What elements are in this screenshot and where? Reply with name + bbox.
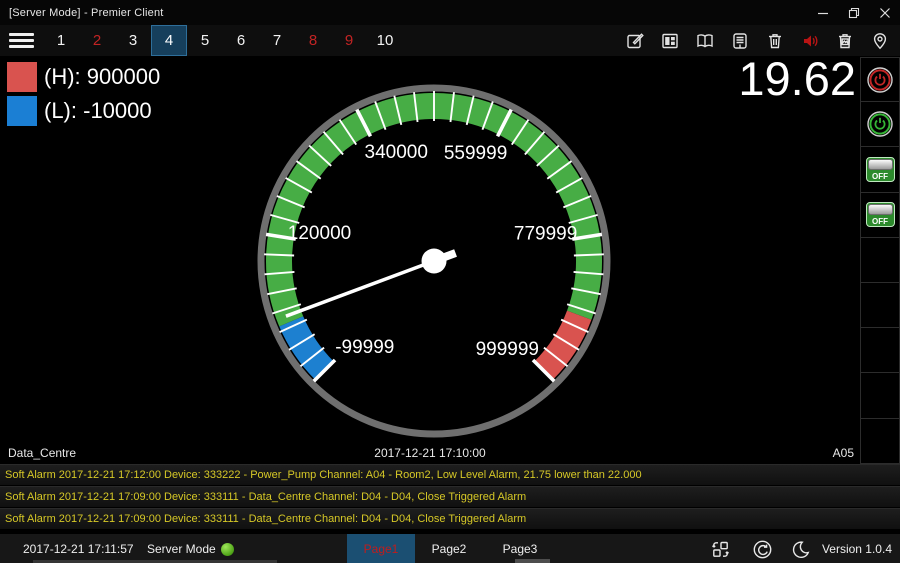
page2-button[interactable]: Page2: [415, 534, 483, 563]
location-pin-icon: [870, 31, 890, 51]
gauge: -99999 120000 340000 559999 779999 999999: [249, 76, 619, 446]
empty-cell: [860, 373, 900, 418]
empty-cell: [860, 283, 900, 328]
logbook-button[interactable]: [687, 25, 722, 57]
empty-cell: [860, 238, 900, 283]
restore-button[interactable]: [838, 0, 869, 25]
alarm-text: Soft Alarm 2017-12-21 17:09:00 Device: 3…: [0, 513, 526, 525]
menu-button[interactable]: [9, 33, 34, 48]
tab-7[interactable]: 7: [259, 25, 295, 56]
snapshot-bin-icon: [835, 31, 855, 51]
gauge-panel: (H): 900000 (L): -10000 19.62 -999991200…: [0, 57, 860, 464]
tab-3[interactable]: 3: [115, 25, 151, 56]
toggle-off-icon: OFF: [866, 202, 895, 227]
title-bar: [Server Mode] - Premier Client: [0, 0, 900, 25]
sync-button[interactable]: [752, 539, 773, 563]
gauge-scale-label: 779999: [514, 224, 577, 245]
close-icon: [879, 7, 891, 19]
current-value: 19.62: [738, 51, 856, 106]
alarm-text: Soft Alarm 2017-12-21 17:12:00 Device: 3…: [0, 469, 642, 481]
moon-icon: [790, 539, 811, 560]
minimize-button[interactable]: [807, 0, 838, 25]
window-title: [Server Mode] - Premier Client: [0, 7, 164, 19]
alarm-row[interactable]: Soft Alarm 2017-12-21 17:09:00 Device: 3…: [0, 486, 900, 508]
report-icon: [730, 31, 750, 51]
speaker-icon: [800, 31, 820, 51]
server-status-indicator: [221, 543, 234, 556]
low-limit-label: (L): -10000: [44, 98, 152, 124]
tab-10[interactable]: 10: [367, 25, 403, 56]
toggle-switch-1[interactable]: OFF: [860, 147, 900, 192]
tab-4[interactable]: 4: [151, 25, 187, 56]
empty-cell: [860, 328, 900, 373]
gauge-scale-label: 120000: [288, 223, 351, 244]
layout-panels-button[interactable]: [652, 25, 687, 57]
sync-icon: [752, 539, 773, 560]
high-limit-label: (H): 900000: [44, 64, 160, 90]
status-datetime: 2017-12-21 17:11:57: [23, 542, 134, 556]
trash-icon: [765, 31, 785, 51]
version-label: Version 1.0.4: [822, 542, 892, 556]
page1-button[interactable]: Page1: [347, 534, 415, 563]
alarm-text: Soft Alarm 2017-12-21 17:09:00 Device: 3…: [0, 491, 526, 503]
bottom-scrollbar-thumb-small[interactable]: [515, 559, 550, 563]
tab-5[interactable]: 5: [187, 25, 223, 56]
tab-1[interactable]: 1: [43, 25, 79, 56]
power-green-icon: [866, 110, 894, 138]
toggle-switch-2[interactable]: OFF: [860, 193, 900, 238]
gauge-needle-hub: [422, 249, 447, 274]
close-button[interactable]: [869, 0, 900, 25]
edit-icon: [625, 31, 645, 51]
toggle-off-icon: OFF: [866, 157, 895, 182]
high-limit-row: (H): 900000: [7, 62, 160, 92]
gauge-scale-label: -99999: [335, 337, 394, 358]
power-red-icon: [866, 66, 894, 94]
channel-name: A05: [833, 446, 854, 460]
gauge-scale-label: 999999: [476, 339, 539, 360]
app-window: [Server Mode] - Premier Client 1 2 3 4 5: [0, 0, 900, 563]
alarm-row[interactable]: Soft Alarm 2017-12-21 17:12:00 Device: 3…: [0, 464, 900, 486]
power-off-button[interactable]: [860, 57, 900, 102]
night-mode-button[interactable]: [790, 539, 811, 563]
limit-legend: (H): 900000 (L): -10000: [7, 62, 160, 130]
swap-layout-button[interactable]: [710, 539, 731, 563]
swap-layout-icon: [710, 539, 731, 560]
tab-2[interactable]: 2: [79, 25, 115, 56]
logbook-icon: [695, 31, 715, 51]
gauge-scale-label: 340000: [365, 142, 428, 163]
layout-panels-icon: [660, 31, 680, 51]
gauge-scale-label: 559999: [444, 143, 507, 164]
alarm-list: Soft Alarm 2017-12-21 17:12:00 Device: 3…: [0, 464, 900, 530]
minimize-icon: [817, 7, 829, 19]
empty-cell: [860, 419, 900, 464]
alarm-row[interactable]: Soft Alarm 2017-12-21 17:09:00 Device: 3…: [0, 508, 900, 530]
gauge-footer: Data_Centre 2017-12-21 17:10:00 A05: [0, 444, 860, 464]
tab-6[interactable]: 6: [223, 25, 259, 56]
control-sidebar: OFF OFF: [860, 57, 900, 464]
tab-8[interactable]: 8: [295, 25, 331, 56]
high-limit-swatch: [7, 62, 37, 92]
server-mode-label: Server Mode: [147, 542, 216, 556]
low-limit-swatch: [7, 96, 37, 126]
gauge-timestamp: 2017-12-21 17:10:00: [0, 446, 860, 460]
edit-button[interactable]: [617, 25, 652, 57]
power-on-button[interactable]: [860, 102, 900, 147]
low-limit-row: (L): -10000: [7, 96, 160, 126]
tab-9[interactable]: 9: [331, 25, 367, 56]
status-bar: 2017-12-21 17:11:57 Server Mode Page1 Pa…: [0, 533, 900, 563]
location-button[interactable]: [862, 25, 897, 57]
restore-icon: [848, 7, 860, 19]
gauge-needle: [286, 261, 434, 316]
